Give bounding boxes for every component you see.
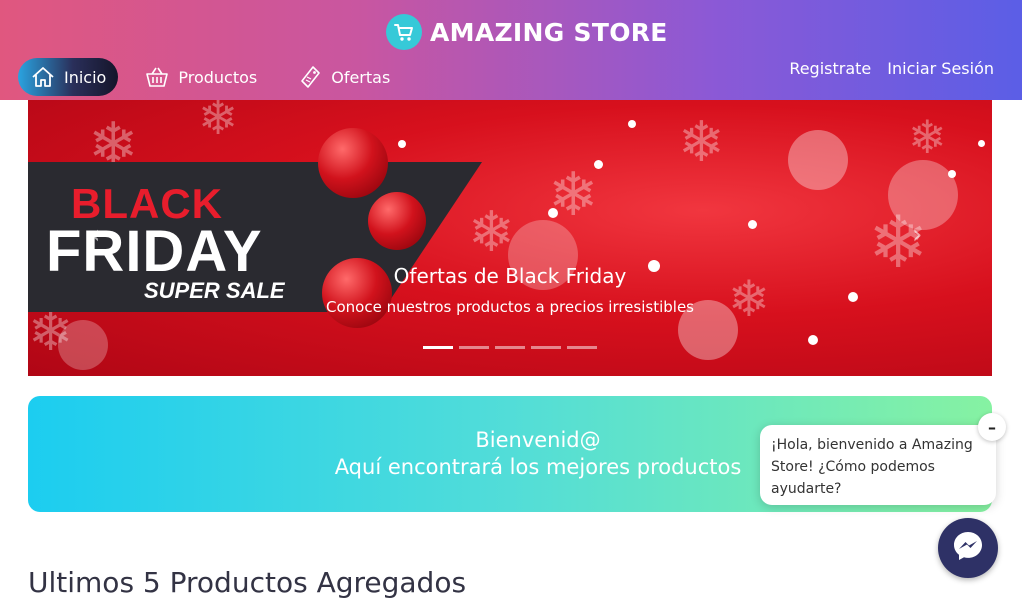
- carousel-indicator[interactable]: [423, 346, 453, 349]
- auth-links: Registrate Iniciar Sesión: [789, 59, 994, 78]
- carousel-prev-button[interactable]: ‹: [90, 220, 100, 250]
- tag-icon: [297, 64, 323, 90]
- carousel-next-button[interactable]: ›: [912, 220, 922, 250]
- register-link[interactable]: Registrate: [789, 59, 871, 78]
- snow-dot: [948, 170, 956, 178]
- brand[interactable]: AMAZING STORE: [386, 12, 668, 52]
- snowflake-icon: ❄: [678, 110, 725, 175]
- carousel-indicator[interactable]: [495, 346, 525, 349]
- login-link[interactable]: Iniciar Sesión: [887, 59, 994, 78]
- bokeh-light: [888, 160, 958, 230]
- snowflake-icon: ❄: [198, 100, 239, 146]
- snowflake-icon: ❄: [548, 160, 599, 230]
- brand-title: AMAZING STORE: [430, 17, 668, 47]
- carousel-indicator[interactable]: [531, 346, 561, 349]
- carousel-caption-title: Ofertas de Black Friday: [393, 264, 627, 288]
- nav-item-ofertas[interactable]: Ofertas: [287, 58, 404, 96]
- snow-dot: [978, 140, 985, 147]
- snow-dot: [808, 335, 818, 345]
- nav-label-inicio: Inicio: [64, 67, 107, 87]
- nav-item-productos[interactable]: Productos: [134, 58, 271, 96]
- chat-greeting-text: ¡Hola, bienvenido a Amazing Store! ¿Cómo…: [771, 437, 973, 497]
- header: AMAZING STORE Inicio Productos Ofertas R…: [0, 0, 1022, 100]
- snow-dot: [548, 208, 558, 218]
- carousel-indicator[interactable]: [459, 346, 489, 349]
- chat-greeting-bubble[interactable]: ¡Hola, bienvenido a Amazing Store! ¿Cómo…: [760, 425, 996, 505]
- main-nav: Inicio Productos Ofertas: [18, 58, 404, 96]
- carousel-caption-text: Conoce nuestros productos a precios irre…: [325, 298, 694, 316]
- basket-icon: [144, 64, 170, 90]
- ornament-ball: [368, 192, 426, 250]
- hero-carousel: ❄ ❄ ❄ ❄ ❄ ❄ ❄ ❄ ❄ BLACK FRIDAY SUPER SAL…: [28, 100, 992, 376]
- carousel-indicators: [423, 346, 597, 349]
- snow-dot: [398, 140, 406, 148]
- nav-label-ofertas: Ofertas: [331, 67, 391, 87]
- nav-label-productos: Productos: [178, 67, 258, 87]
- section-title: Ultimos 5 Productos Agregados: [28, 566, 467, 599]
- snow-dot: [628, 120, 636, 128]
- snow-dot: [748, 220, 757, 229]
- home-icon: [30, 64, 56, 90]
- messenger-icon: [951, 529, 985, 567]
- snow-dot: [594, 160, 603, 169]
- chat-minimize-button[interactable]: –: [978, 413, 1006, 441]
- carousel-indicator[interactable]: [567, 346, 597, 349]
- bokeh-light: [58, 320, 108, 370]
- ornament-ball: [318, 128, 388, 198]
- bokeh-light: [788, 130, 848, 190]
- snowflake-icon: ❄: [908, 110, 947, 164]
- messenger-chat-button[interactable]: [938, 518, 998, 578]
- nav-item-inicio[interactable]: Inicio: [18, 58, 119, 96]
- shopping-cart-icon: [386, 14, 422, 50]
